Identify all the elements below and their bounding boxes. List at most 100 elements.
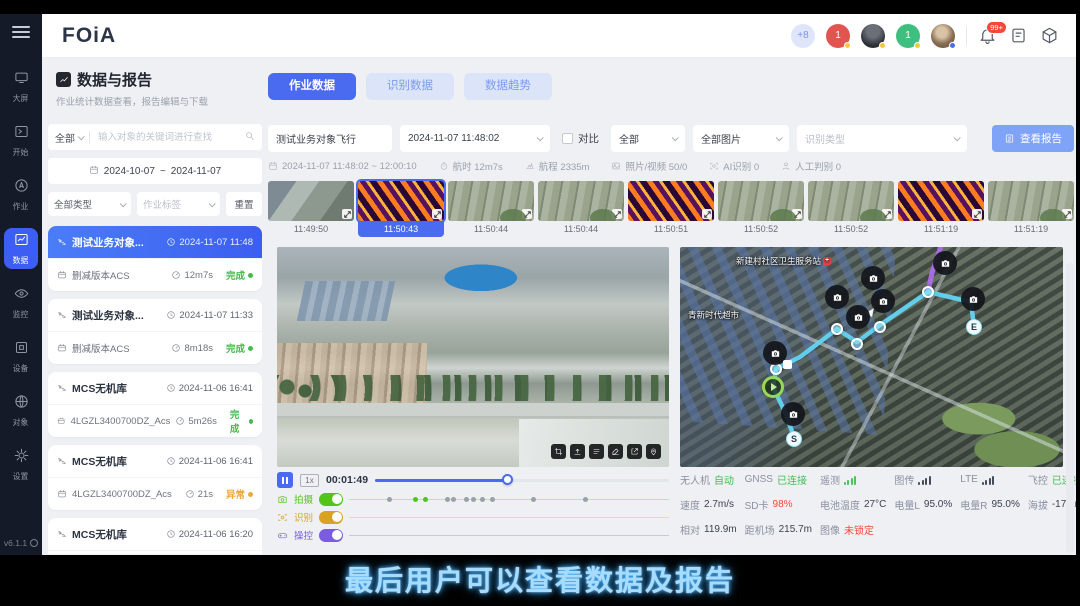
- notification-bell-icon[interactable]: 99+: [978, 26, 998, 46]
- expand-icon[interactable]: [612, 209, 622, 219]
- edit-icon[interactable]: [608, 444, 623, 459]
- job-card[interactable]: MCS无机库 2024-11-06 16:20 4LGZL3400700DZ_A…: [48, 518, 262, 554]
- camera-marker-icon[interactable]: [846, 305, 870, 329]
- job-list-panel: 全部 2024-10-07 ~ 2024-11-07 全部类型 作业标签 重置: [48, 124, 262, 554]
- aerial-warehouse: [519, 419, 669, 467]
- play-position-marker[interactable]: [762, 376, 784, 398]
- video-player-view[interactable]: [277, 247, 669, 467]
- media-thumbnail[interactable]: 11:50:44: [448, 181, 534, 237]
- expand-icon[interactable]: [522, 209, 532, 219]
- route-start-marker[interactable]: S: [786, 431, 802, 447]
- pause-button[interactable]: [277, 472, 293, 488]
- avatar[interactable]: +8: [791, 24, 815, 48]
- waypoint-marker[interactable]: [922, 286, 934, 298]
- telemetry-item: SD卡 98%: [745, 497, 812, 512]
- recognition-type-select[interactable]: 识别类型: [797, 125, 967, 152]
- job-card[interactable]: 测试业务对象... 2024-11-07 11:33 删减版本ACS 8m18s…: [48, 299, 262, 364]
- type-filter-select[interactable]: 全部类型: [48, 192, 131, 216]
- camera-marker-icon[interactable]: [961, 287, 985, 311]
- media-thumbnail[interactable]: 11:51:19: [988, 181, 1074, 237]
- scrollbar[interactable]: [1066, 263, 1074, 553]
- job-card[interactable]: MCS无机库 2024-11-06 16:41 4LGZL3400700DZ_A…: [48, 445, 262, 510]
- menu-icon[interactable]: [12, 26, 30, 38]
- media-thumbnail[interactable]: 11:50:43: [358, 181, 444, 237]
- waypoint-marker[interactable]: [831, 323, 843, 335]
- search-input[interactable]: [96, 131, 245, 144]
- sidebar-item-bigscreen[interactable]: 大屏: [4, 66, 38, 107]
- tag-filter-select[interactable]: 作业标签: [137, 192, 220, 216]
- camera-marker-icon[interactable]: [871, 289, 895, 313]
- expand-icon[interactable]: [432, 209, 442, 219]
- route-end-marker[interactable]: E: [966, 319, 982, 335]
- avatar[interactable]: [931, 24, 955, 48]
- help-icon[interactable]: [30, 539, 38, 547]
- camera-marker-icon[interactable]: [933, 251, 957, 275]
- camera-marker-icon[interactable]: [825, 285, 849, 309]
- tab-data-trend[interactable]: 数据趋势: [464, 73, 552, 100]
- waypoint-marker[interactable]: [874, 321, 886, 333]
- mission-name-input[interactable]: 测试业务对象飞行: [268, 125, 392, 152]
- search-scope-select[interactable]: 全部: [55, 130, 75, 145]
- flight-time-select[interactable]: 2024-11-07 11:48:02: [400, 125, 550, 152]
- avatar[interactable]: [861, 24, 885, 48]
- crop-icon[interactable]: [551, 444, 566, 459]
- upload-icon[interactable]: [570, 444, 585, 459]
- compare-checkbox[interactable]: 对比: [558, 131, 603, 146]
- thumbnail-image: [538, 181, 624, 221]
- expand-icon[interactable]: [882, 209, 892, 219]
- media-thumbnail[interactable]: 11:50:52: [808, 181, 894, 237]
- expand-icon[interactable]: [972, 209, 982, 219]
- job-duration: 21s: [198, 489, 213, 500]
- avatar[interactable]: 1: [896, 24, 920, 48]
- media-thumbnail[interactable]: 11:50:52: [718, 181, 804, 237]
- sidebar-item-device[interactable]: 设备: [4, 336, 38, 377]
- camera-marker-icon[interactable]: [861, 266, 885, 290]
- thumbnail-strip: 11:49:50 11:50:43 11:50:44: [268, 181, 1074, 237]
- job-card[interactable]: 测试业务对象... 2024-11-07 11:48 删减版本ACS 12m7s…: [48, 226, 262, 291]
- view-report-button[interactable]: 查看报告: [992, 125, 1074, 152]
- telemetry-item: 速度 2.7m/s: [680, 497, 737, 512]
- cube-apps-icon[interactable]: [1040, 26, 1060, 46]
- sidebar-item-settings[interactable]: 设置: [4, 444, 38, 485]
- capture-toggle[interactable]: [319, 493, 343, 506]
- expand-icon[interactable]: [792, 209, 802, 219]
- list-icon[interactable]: [589, 444, 604, 459]
- camera-marker-icon[interactable]: [763, 341, 787, 365]
- playback-speed-button[interactable]: 1x: [300, 474, 319, 487]
- media-thumbnail[interactable]: 11:50:44: [538, 181, 624, 237]
- sidebar-item-object[interactable]: 对象: [4, 390, 38, 431]
- share-icon[interactable]: [627, 444, 642, 459]
- tab-recognition-data[interactable]: 识别数据: [366, 73, 454, 100]
- status-dot: [844, 42, 851, 49]
- image-filter-select[interactable]: 全部图片: [693, 125, 789, 152]
- date-range-picker[interactable]: 2024-10-07 ~ 2024-11-07: [48, 158, 262, 184]
- job-device: 删减版本ACS: [72, 268, 130, 282]
- notes-icon[interactable]: [1009, 26, 1029, 46]
- media-thumbnail[interactable]: 11:49:50: [268, 181, 354, 237]
- seek-slider[interactable]: [375, 474, 669, 486]
- telemetry-value: 215.7m: [779, 524, 812, 535]
- avatar[interactable]: 1: [826, 24, 850, 48]
- expand-icon[interactable]: [702, 209, 712, 219]
- slider-handle[interactable]: [502, 474, 513, 485]
- media-thumbnail[interactable]: 11:50:51: [628, 181, 714, 237]
- all-filter-select[interactable]: 全部: [611, 125, 685, 152]
- waypoint-marker[interactable]: [851, 338, 863, 350]
- sidebar-item-monitor[interactable]: 监控: [4, 282, 38, 323]
- reset-button[interactable]: 重置: [226, 192, 262, 216]
- location-pin-icon[interactable]: [646, 444, 661, 459]
- expand-icon[interactable]: [342, 209, 352, 219]
- sidebar-item-start[interactable]: 开始: [4, 120, 38, 161]
- sidebar-item-data[interactable]: 数据: [4, 228, 38, 269]
- job-card[interactable]: MCS无机库 2024-11-06 16:41 4LGZL3400700DZ_A…: [48, 372, 262, 437]
- search-icon[interactable]: [245, 131, 255, 144]
- aerial-buildings: [297, 281, 396, 321]
- camera-marker-icon[interactable]: [781, 402, 805, 426]
- recognition-toggle[interactable]: [319, 511, 343, 524]
- sidebar-item-mission[interactable]: 作业: [4, 174, 38, 215]
- control-toggle[interactable]: [319, 529, 343, 542]
- media-thumbnail[interactable]: 11:51:19: [898, 181, 984, 237]
- tab-job-data[interactable]: 作业数据: [268, 73, 356, 100]
- flight-map[interactable]: 新建村社区卫生服务站+ 青新时代超市 E: [680, 247, 1063, 467]
- expand-icon[interactable]: [1062, 209, 1072, 219]
